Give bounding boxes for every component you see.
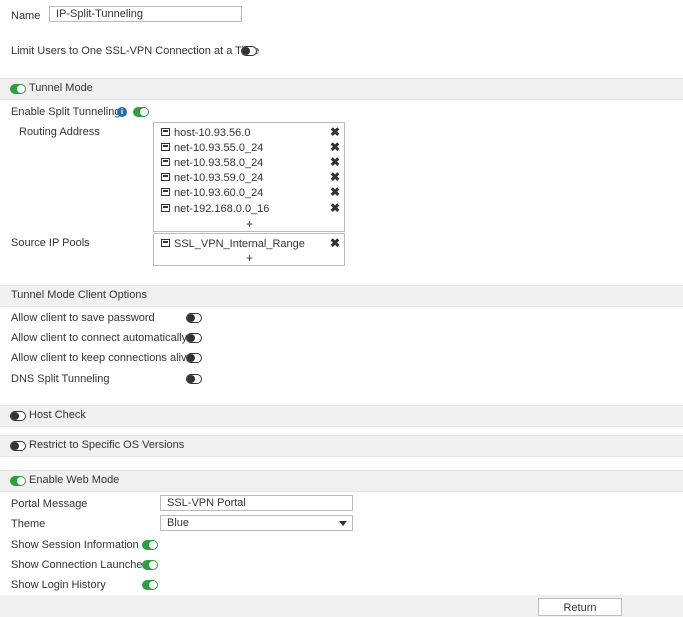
enable-split-tunneling-label: Enable Split Tunneling — [11, 106, 121, 118]
save-password-label: Allow client to save password — [11, 312, 155, 324]
session-information-toggle[interactable] — [142, 540, 158, 550]
routing-address-item: net-10.93.60.0_24 — [174, 187, 264, 199]
routing-address-item: net-10.93.59.0_24 — [174, 172, 264, 184]
address-object-icon — [161, 128, 170, 136]
os-versions-section: Restrict to Specific OS Versions — [0, 435, 683, 457]
list-item[interactable]: net-192.168.0.0_16 ✖ — [159, 201, 340, 216]
list-item[interactable]: net-10.93.55.0_24 ✖ — [159, 140, 340, 155]
add-routing-address-icon[interactable]: + — [246, 217, 253, 231]
routing-address-item: net-192.168.0.0_16 — [174, 203, 270, 215]
os-versions-title: Restrict to Specific OS Versions — [29, 439, 185, 451]
host-check-section: Host Check — [0, 405, 683, 427]
source-ip-pool-item: SSL_VPN_Internal_Range — [174, 238, 305, 250]
return-button[interactable]: Return — [538, 598, 622, 616]
tunnel-mode-section: Tunnel Mode — [0, 78, 683, 100]
remove-icon[interactable]: ✖ — [330, 236, 340, 250]
portal-message-input[interactable]: SSL-VPN Portal — [160, 495, 353, 511]
limit-users-toggle[interactable] — [241, 46, 257, 56]
routing-address-label: Routing Address — [19, 126, 100, 138]
address-object-icon — [161, 204, 170, 212]
connection-launcher-label: Show Connection Launcher — [11, 559, 147, 571]
tunnel-mode-toggle[interactable] — [10, 84, 26, 94]
os-versions-toggle[interactable] — [10, 441, 26, 451]
login-history-toggle[interactable] — [142, 580, 158, 590]
host-check-title: Host Check — [29, 409, 86, 421]
name-input[interactable]: IP-Split-Tunneling — [49, 6, 242, 22]
address-object-icon — [161, 239, 170, 247]
remove-icon[interactable]: ✖ — [330, 125, 340, 139]
list-item[interactable]: net-10.93.60.0_24 ✖ — [159, 185, 340, 200]
routing-address-list: host-10.93.56.0 ✖ net-10.93.55.0_24 ✖ ne… — [153, 122, 345, 232]
login-history-label: Show Login History — [11, 579, 106, 591]
portal-message-label: Portal Message — [11, 498, 88, 510]
address-object-icon — [161, 173, 170, 181]
dns-split-tunneling-toggle[interactable] — [186, 374, 202, 384]
address-object-icon — [161, 143, 170, 151]
address-object-icon — [161, 188, 170, 196]
remove-icon[interactable]: ✖ — [330, 155, 340, 169]
host-check-toggle[interactable] — [10, 411, 26, 421]
list-item[interactable]: SSL_VPN_Internal_Range ✖ — [159, 236, 340, 251]
split-tunneling-toggle[interactable] — [133, 107, 149, 117]
tunnel-mode-title: Tunnel Mode — [29, 82, 93, 94]
chevron-down-icon — [339, 521, 347, 526]
source-ip-pools-label: Source IP Pools — [11, 237, 90, 249]
list-item[interactable]: net-10.93.58.0_24 ✖ — [159, 155, 340, 170]
save-password-toggle[interactable] — [186, 313, 202, 323]
connect-automatically-toggle[interactable] — [186, 333, 202, 343]
routing-address-item: host-10.93.56.0 — [174, 127, 251, 139]
web-mode-toggle[interactable] — [10, 476, 26, 486]
remove-icon[interactable]: ✖ — [330, 201, 340, 215]
web-mode-section: Enable Web Mode — [0, 470, 683, 492]
keep-alive-toggle[interactable] — [186, 353, 202, 363]
limit-users-label: Limit Users to One SSL-VPN Connection at… — [11, 45, 260, 57]
remove-icon[interactable]: ✖ — [330, 185, 340, 199]
footer-bar: Return — [0, 595, 683, 617]
list-item[interactable]: host-10.93.56.0 ✖ — [159, 125, 340, 140]
list-item[interactable]: net-10.93.59.0_24 ✖ — [159, 170, 340, 185]
routing-address-item: net-10.93.58.0_24 — [174, 157, 264, 169]
theme-selected-value: Blue — [167, 517, 190, 529]
theme-select[interactable]: Blue — [160, 515, 353, 531]
connect-automatically-label: Allow client to connect automatically — [11, 332, 188, 344]
client-options-title: Tunnel Mode Client Options — [11, 289, 147, 301]
remove-icon[interactable]: ✖ — [330, 170, 340, 184]
session-information-label: Show Session Information — [11, 539, 139, 551]
source-ip-pools-list: SSL_VPN_Internal_Range ✖ + — [153, 233, 345, 266]
client-options-section: Tunnel Mode Client Options — [0, 285, 683, 307]
info-icon[interactable]: i — [117, 107, 127, 117]
routing-address-item: net-10.93.55.0_24 — [174, 142, 264, 154]
address-object-icon — [161, 158, 170, 166]
theme-label: Theme — [11, 518, 46, 530]
dns-split-tunneling-label: DNS Split Tunneling — [11, 373, 110, 385]
add-source-ip-pool-icon[interactable]: + — [246, 251, 253, 265]
remove-icon[interactable]: ✖ — [330, 140, 340, 154]
keep-alive-label: Allow client to keep connections alive — [11, 352, 193, 364]
web-mode-title: Enable Web Mode — [29, 474, 120, 486]
name-label: Name — [11, 10, 41, 22]
connection-launcher-toggle[interactable] — [142, 560, 158, 570]
